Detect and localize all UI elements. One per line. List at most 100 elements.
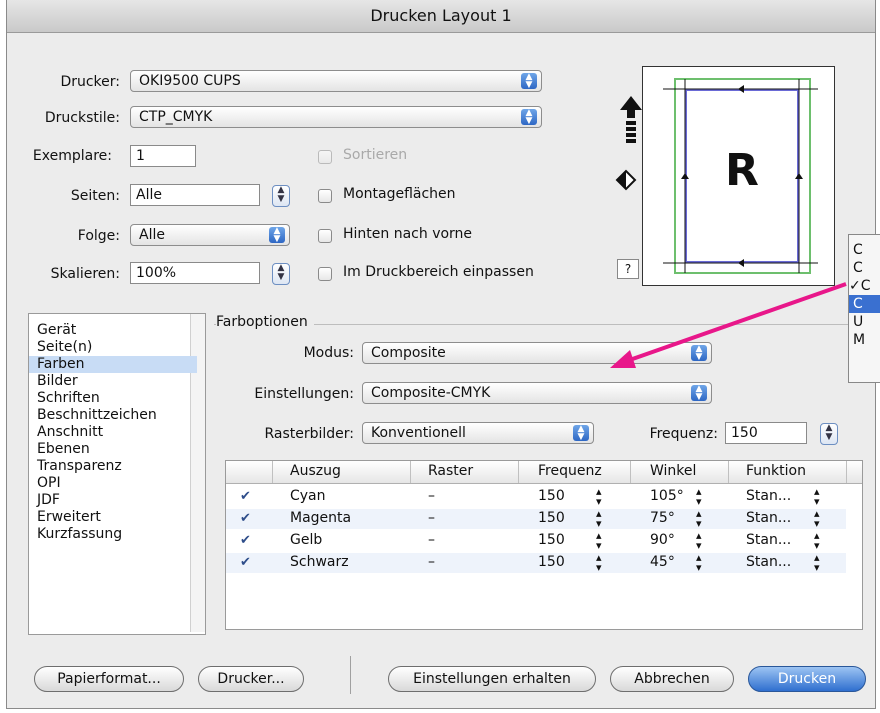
popup-arrows-icon: ▲ ▼ [573,425,589,442]
menu-item[interactable]: C [853,259,880,277]
row-checkbox[interactable]: ✔ [240,555,251,570]
einpassen-checkbox[interactable] [318,267,332,281]
frequenz-stepper-icon[interactable]: ▴ ▾ [596,552,602,573]
category-item-selected[interactable]: Farben [29,356,197,373]
rotate-page-icon[interactable] [614,168,638,192]
exemplare-field[interactable]: 1 [130,145,196,167]
funktion-stepper-icon[interactable]: ▴ ▾ [814,552,820,573]
category-item[interactable]: JDF [29,492,197,509]
menu-item[interactable]: M [853,331,880,349]
table-row[interactable]: ✔ Cyan – 150 ▴ ▾ 105° ▴ ▾ Stan... ▴ ▾ [226,486,846,507]
papierformat-button[interactable]: Papierformat... [34,666,184,692]
separations-table: Auszug Raster Frequenz Winkel Funktion ✔… [225,460,863,630]
menu-item[interactable]: U [853,313,880,331]
cell-winkel[interactable]: 90° [650,532,675,548]
funktion-stepper-icon[interactable]: ▴ ▾ [814,508,820,529]
category-list[interactable]: Gerät Seite(n) Farben Bilder Schriften B… [28,313,206,635]
druckstile-popup[interactable]: CTP_CMYK ▲ ▼ [130,106,542,128]
category-item[interactable]: Transparenz [29,458,197,475]
popup-arrows-icon: ▲ ▼ [269,227,285,244]
einpassen-label: Im Druckbereich einpassen [343,264,534,280]
winkel-stepper-icon[interactable]: ▴ ▾ [696,486,702,507]
frequenz-field[interactable]: 150 [725,422,807,444]
rasterbilder-label: Rasterbilder: [264,426,354,442]
cell-winkel[interactable]: 105° [650,488,684,504]
druckstile-value: CTP_CMYK [139,109,213,125]
drucker-button[interactable]: Drucker... [198,666,304,692]
modus-value: Composite [371,345,446,361]
column-header-auszug[interactable]: Auszug [290,463,341,479]
category-item[interactable]: Bilder [29,373,197,390]
column-header-winkel[interactable]: Winkel [650,463,696,479]
cell-raster: – [428,554,435,570]
cell-winkel[interactable]: 75° [650,510,675,526]
winkel-stepper-icon[interactable]: ▴ ▾ [696,552,702,573]
drucken-button[interactable]: Drucken [748,666,866,692]
title-bar[interactable]: Drucken Layout 1 [7,0,875,33]
category-item[interactable]: Beschnittzeichen [29,407,197,424]
cell-auszug: Gelb [290,532,323,548]
cell-auszug: Schwarz [290,554,349,570]
hinten-checkbox[interactable] [318,229,332,243]
abbrechen-button[interactable]: Abbrechen [610,666,734,692]
window-title: Drucken Layout 1 [370,6,512,25]
category-item[interactable]: Schriften [29,390,197,407]
exemplare-value: 1 [136,148,145,164]
frequenz-stepper-icon[interactable]: ▴ ▾ [596,486,602,507]
column-header-funktion[interactable]: Funktion [746,463,806,479]
cell-funktion[interactable]: Stan... [746,510,791,526]
cell-funktion[interactable]: Stan... [746,554,791,570]
frequenz-stepper-icon[interactable]: ▴ ▾ [596,508,602,529]
seiten-field[interactable]: Alle [130,184,260,206]
row-checkbox[interactable]: ✔ [240,489,251,504]
preview-letter: R [725,145,759,196]
funktion-stepper-icon[interactable]: ▴ ▾ [814,486,820,507]
skalieren-stepper[interactable]: ▲ ▼ [272,263,290,285]
modus-popup-menu[interactable]: C C ✓C C U M [848,234,880,383]
seiten-stepper[interactable]: ▲ ▼ [272,185,290,207]
einstellungen-erhalten-button[interactable]: Einstellungen erhalten [388,666,596,692]
checkmark-icon: ✓ [849,278,861,294]
row-checkbox[interactable]: ✔ [240,511,251,526]
category-item[interactable]: Gerät [29,322,197,339]
table-row[interactable]: ✔ Magenta – 150 ▴ ▾ 75° ▴ ▾ Stan... ▴ ▾ [226,508,846,529]
rasterbilder-popup[interactable]: Konventionell ▲ ▼ [362,422,594,444]
column-header-frequenz[interactable]: Frequenz [538,463,602,479]
cell-winkel[interactable]: 45° [650,554,675,570]
category-item[interactable]: OPI [29,475,197,492]
row-checkbox[interactable]: ✔ [240,533,251,548]
cell-frequenz[interactable]: 150 [538,510,565,526]
category-item[interactable]: Seite(n) [29,339,197,356]
skalieren-field[interactable]: 100% [130,262,260,284]
cell-funktion[interactable]: Stan... [746,532,791,548]
montage-checkbox[interactable] [318,189,332,203]
drucker-popup[interactable]: OKI9500 CUPS ▲ ▼ [130,70,542,92]
menu-item-highlighted[interactable]: C [849,295,880,313]
winkel-stepper-icon[interactable]: ▴ ▾ [696,508,702,529]
menu-item[interactable]: C [853,241,880,259]
cell-frequenz[interactable]: 150 [538,488,565,504]
folge-popup[interactable]: Alle ▲ ▼ [130,224,290,246]
funktion-stepper-icon[interactable]: ▴ ▾ [814,530,820,551]
category-item[interactable]: Anschnitt [29,424,197,441]
folge-value: Alle [139,227,165,243]
winkel-stepper-icon[interactable]: ▴ ▾ [696,530,702,551]
column-header-raster[interactable]: Raster [428,463,473,479]
category-item[interactable]: Ebenen [29,441,197,458]
exemplare-label: Exemplare: [32,148,112,164]
orientation-arrow-icon[interactable] [620,96,642,152]
category-item[interactable]: Erweitert [29,509,197,526]
frequenz-stepper-icon[interactable]: ▴ ▾ [596,530,602,551]
einstellungen-value: Composite-CMYK [371,385,491,401]
help-button[interactable]: ? [617,259,639,279]
cell-funktion[interactable]: Stan... [746,488,791,504]
menu-item-checked[interactable]: ✓C [849,277,880,295]
table-row[interactable]: ✔ Gelb – 150 ▴ ▾ 90° ▴ ▾ Stan... ▴ ▾ [226,530,846,551]
category-item[interactable]: Kurzfassung [29,526,197,543]
cell-frequenz[interactable]: 150 [538,532,565,548]
table-row[interactable]: ✔ Schwarz – 150 ▴ ▾ 45° ▴ ▾ Stan... ▴ ▾ [226,552,846,573]
cell-frequenz[interactable]: 150 [538,554,565,570]
sortieren-checkbox[interactable] [318,150,332,164]
button-separator [350,656,351,694]
frequenz-stepper[interactable]: ▲ ▼ [820,423,838,445]
